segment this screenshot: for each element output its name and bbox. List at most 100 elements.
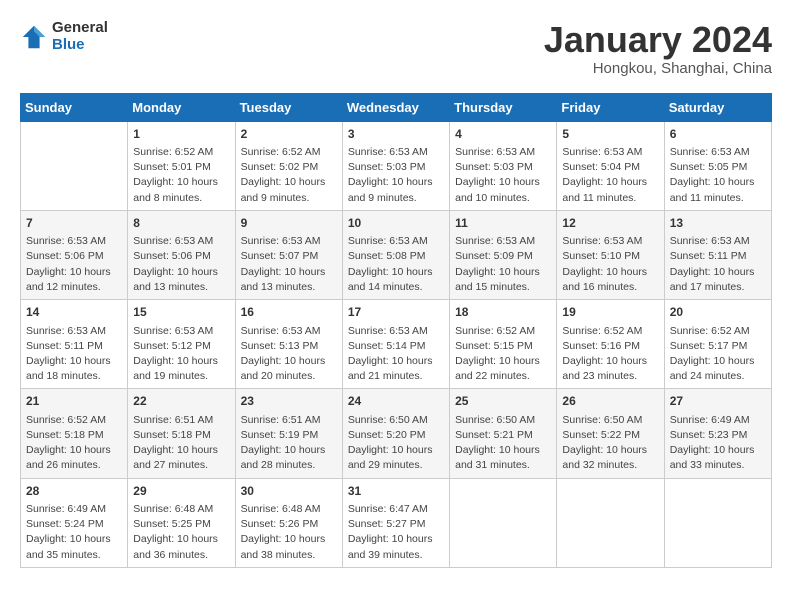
day-info: Sunrise: 6:48 AMSunset: 5:25 PMDaylight:…	[133, 502, 229, 563]
day-info: Sunrise: 6:48 AMSunset: 5:26 PMDaylight:…	[241, 502, 337, 563]
calendar-table: SundayMondayTuesdayWednesdayThursdayFrid…	[20, 93, 772, 568]
calendar-cell: 11 Sunrise: 6:53 AMSunset: 5:09 PMDayligh…	[450, 210, 557, 299]
day-number: 13	[670, 215, 766, 232]
calendar-cell: 16 Sunrise: 6:53 AMSunset: 5:13 PMDayligh…	[235, 300, 342, 389]
header-day-saturday: Saturday	[664, 93, 771, 121]
day-info: Sunrise: 6:53 AMSunset: 5:10 PMDaylight:…	[562, 234, 658, 295]
day-info: Sunrise: 6:53 AMSunset: 5:13 PMDaylight:…	[241, 324, 337, 385]
day-number: 11	[455, 215, 551, 232]
day-info: Sunrise: 6:52 AMSunset: 5:18 PMDaylight:…	[26, 413, 122, 474]
calendar-cell: 6Sunrise: 6:53 AMSunset: 5:05 PMDaylight…	[664, 121, 771, 210]
calendar-cell: 25 Sunrise: 6:50 AMSunset: 5:21 PMDayligh…	[450, 389, 557, 478]
location: Hongkou, Shanghai, China	[544, 60, 772, 77]
week-row-0: 1 Sunrise: 6:52 AMSunset: 5:01 PMDaylight…	[21, 121, 772, 210]
calendar-cell: 26 Sunrise: 6:50 AMSunset: 5:22 PMDayligh…	[557, 389, 664, 478]
logo-general-text: General	[52, 20, 108, 37]
day-info: Sunrise: 6:53 AMSunset: 5:11 PMDaylight:…	[26, 324, 122, 385]
page-header: General Blue January 2024 Hongkou, Shang…	[20, 20, 772, 77]
calendar-cell: 4 Sunrise: 6:53 AMSunset: 5:03 PMDaylight…	[450, 121, 557, 210]
week-row-3: 21 Sunrise: 6:52 AMSunset: 5:18 PMDayligh…	[21, 389, 772, 478]
day-number: 17	[348, 304, 444, 321]
day-info: Sunrise: 6:51 AMSunset: 5:19 PMDaylight:…	[241, 413, 337, 474]
calendar-cell: 8 Sunrise: 6:53 AMSunset: 5:06 PMDaylight…	[128, 210, 235, 299]
calendar-cell: 22 Sunrise: 6:51 AMSunset: 5:18 PMDayligh…	[128, 389, 235, 478]
day-number: 29	[133, 483, 229, 500]
month-title: January 2024	[544, 20, 772, 60]
day-info: Sunrise: 6:50 AMSunset: 5:22 PMDaylight:…	[562, 413, 658, 474]
day-number: 24	[348, 393, 444, 410]
calendar-cell: 31 Sunrise: 6:47 AMSunset: 5:27 PMDayligh…	[342, 478, 449, 567]
calendar-cell	[450, 478, 557, 567]
day-number: 9	[241, 215, 337, 232]
day-number: 15	[133, 304, 229, 321]
day-number: 20	[670, 304, 766, 321]
calendar-cell: 9 Sunrise: 6:53 AMSunset: 5:07 PMDaylight…	[235, 210, 342, 299]
day-info: Sunrise: 6:53 AMSunset: 5:03 PMDaylight:…	[455, 145, 551, 206]
header-day-tuesday: Tuesday	[235, 93, 342, 121]
day-info: Sunrise: 6:52 AMSunset: 5:15 PMDaylight:…	[455, 324, 551, 385]
day-number: 25	[455, 393, 551, 410]
calendar-cell: 3Sunrise: 6:53 AMSunset: 5:03 PMDaylight…	[342, 121, 449, 210]
day-info: Sunrise: 6:52 AMSunset: 5:16 PMDaylight:…	[562, 324, 658, 385]
day-info: Sunrise: 6:49 AMSunset: 5:23 PMDaylight:…	[670, 413, 766, 474]
day-number: 16	[241, 304, 337, 321]
day-info: Sunrise: 6:52 AMSunset: 5:01 PMDaylight:…	[133, 145, 229, 206]
calendar-cell: 10 Sunrise: 6:53 AMSunset: 5:08 PMDayligh…	[342, 210, 449, 299]
logo-icon	[20, 23, 48, 51]
day-number: 31	[348, 483, 444, 500]
header-row: SundayMondayTuesdayWednesdayThursdayFrid…	[21, 93, 772, 121]
day-info: Sunrise: 6:53 AMSunset: 5:12 PMDaylight:…	[133, 324, 229, 385]
logo: General Blue	[20, 20, 108, 53]
calendar-cell: 29 Sunrise: 6:48 AMSunset: 5:25 PMDayligh…	[128, 478, 235, 567]
header-day-thursday: Thursday	[450, 93, 557, 121]
calendar-cell: 15 Sunrise: 6:53 AMSunset: 5:12 PMDayligh…	[128, 300, 235, 389]
calendar-cell: 1 Sunrise: 6:52 AMSunset: 5:01 PMDaylight…	[128, 121, 235, 210]
day-info: Sunrise: 6:52 AMSunset: 5:02 PMDaylight:…	[241, 145, 337, 206]
day-number: 18	[455, 304, 551, 321]
day-info: Sunrise: 6:53 AMSunset: 5:07 PMDaylight:…	[241, 234, 337, 295]
day-number: 14	[26, 304, 122, 321]
calendar-body: 1 Sunrise: 6:52 AMSunset: 5:01 PMDaylight…	[21, 121, 772, 567]
day-number: 2	[241, 126, 337, 143]
week-row-4: 28Sunrise: 6:49 AMSunset: 5:24 PMDayligh…	[21, 478, 772, 567]
day-info: Sunrise: 6:47 AMSunset: 5:27 PMDaylight:…	[348, 502, 444, 563]
calendar-cell	[557, 478, 664, 567]
day-info: Sunrise: 6:50 AMSunset: 5:21 PMDaylight:…	[455, 413, 551, 474]
day-info: Sunrise: 6:53 AMSunset: 5:04 PMDaylight:…	[562, 145, 658, 206]
day-info: Sunrise: 6:53 AMSunset: 5:11 PMDaylight:…	[670, 234, 766, 295]
calendar-cell: 5Sunrise: 6:53 AMSunset: 5:04 PMDaylight…	[557, 121, 664, 210]
calendar-cell	[664, 478, 771, 567]
day-number: 23	[241, 393, 337, 410]
calendar-cell: 20Sunrise: 6:52 AMSunset: 5:17 PMDayligh…	[664, 300, 771, 389]
title-block: January 2024 Hongkou, Shanghai, China	[544, 20, 772, 77]
day-number: 19	[562, 304, 658, 321]
calendar-cell: 13 Sunrise: 6:53 AMSunset: 5:11 PMDayligh…	[664, 210, 771, 299]
day-info: Sunrise: 6:51 AMSunset: 5:18 PMDaylight:…	[133, 413, 229, 474]
calendar-cell: 30 Sunrise: 6:48 AMSunset: 5:26 PMDayligh…	[235, 478, 342, 567]
day-info: Sunrise: 6:53 AMSunset: 5:14 PMDaylight:…	[348, 324, 444, 385]
header-day-wednesday: Wednesday	[342, 93, 449, 121]
calendar-cell: 28Sunrise: 6:49 AMSunset: 5:24 PMDayligh…	[21, 478, 128, 567]
day-number: 22	[133, 393, 229, 410]
logo-blue-text: Blue	[52, 37, 108, 54]
day-number: 7	[26, 215, 122, 232]
week-row-2: 14 Sunrise: 6:53 AMSunset: 5:11 PMDayligh…	[21, 300, 772, 389]
day-number: 30	[241, 483, 337, 500]
day-number: 8	[133, 215, 229, 232]
day-number: 6	[670, 126, 766, 143]
day-number: 1	[133, 126, 229, 143]
day-number: 26	[562, 393, 658, 410]
day-info: Sunrise: 6:53 AMSunset: 5:06 PMDaylight:…	[133, 234, 229, 295]
day-info: Sunrise: 6:53 AMSunset: 5:08 PMDaylight:…	[348, 234, 444, 295]
day-info: Sunrise: 6:50 AMSunset: 5:20 PMDaylight:…	[348, 413, 444, 474]
day-number: 4	[455, 126, 551, 143]
calendar-cell: 23 Sunrise: 6:51 AMSunset: 5:19 PMDayligh…	[235, 389, 342, 478]
day-number: 10	[348, 215, 444, 232]
day-info: Sunrise: 6:53 AMSunset: 5:09 PMDaylight:…	[455, 234, 551, 295]
week-row-1: 7 Sunrise: 6:53 AMSunset: 5:06 PMDaylight…	[21, 210, 772, 299]
calendar-cell	[21, 121, 128, 210]
day-number: 12	[562, 215, 658, 232]
calendar-cell: 24 Sunrise: 6:50 AMSunset: 5:20 PMDayligh…	[342, 389, 449, 478]
day-number: 21	[26, 393, 122, 410]
calendar-cell: 14 Sunrise: 6:53 AMSunset: 5:11 PMDayligh…	[21, 300, 128, 389]
